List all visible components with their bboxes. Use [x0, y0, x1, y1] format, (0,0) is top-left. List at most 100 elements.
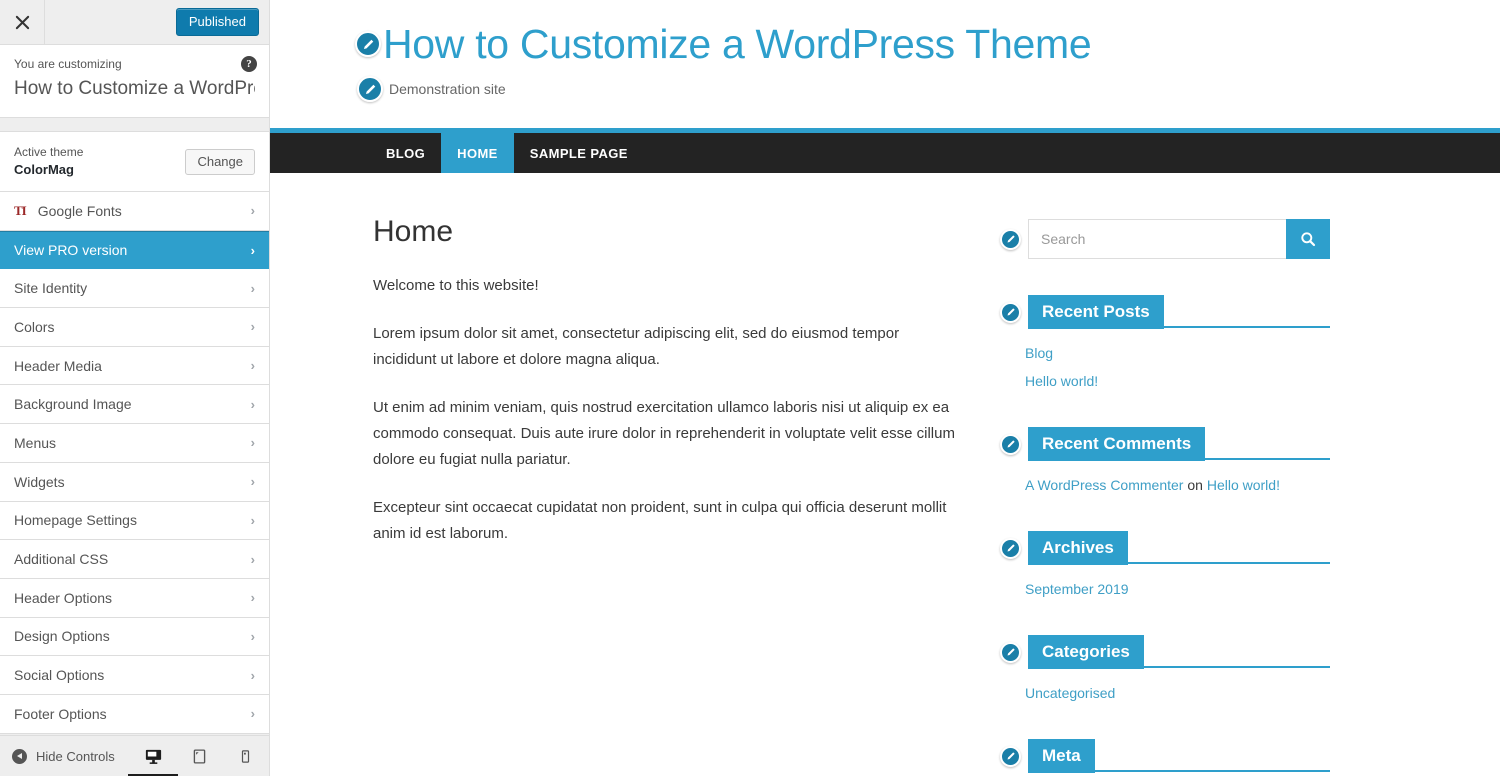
sidebar-widgets: Recent Posts Blog Hello world!	[1000, 213, 1330, 776]
published-button[interactable]: Published	[175, 8, 259, 36]
site-title[interactable]: How to Customize a WordPress Theme	[383, 18, 1092, 70]
sidebar-item-label: Background Image	[14, 396, 132, 413]
tablet-preview-icon[interactable]	[187, 744, 211, 768]
customizer-footer: Hide Controls	[0, 735, 269, 776]
widget-title: Meta	[1028, 739, 1095, 773]
collapse-arrow-icon	[12, 748, 27, 764]
sidebar-item-background-image[interactable]: Background Image ›	[0, 385, 269, 425]
help-icon[interactable]: ?	[241, 56, 257, 72]
text-font-icon: TI	[14, 202, 27, 218]
sidebar-item-label: Header Options	[14, 589, 113, 606]
comment-item: A WordPress Commenter on Hello world!	[1025, 475, 1330, 495]
content-paragraph: Excepteur sint occaecat cupidatat non pr…	[373, 499, 947, 542]
content-paragraph: Welcome to this website!	[373, 277, 539, 294]
chevron-right-icon: ›	[250, 628, 255, 644]
widget-title: Recent Posts	[1028, 295, 1164, 329]
search-row	[1000, 219, 1330, 259]
sidebar-item-site-identity[interactable]: Site Identity ›	[0, 269, 269, 309]
sidebar-item-google-fonts[interactable]: TI Google Fonts ›	[0, 192, 269, 231]
mobile-preview-icon[interactable]	[233, 744, 257, 768]
search-button[interactable]	[1286, 219, 1330, 259]
change-theme-button[interactable]: Change	[185, 148, 255, 175]
chevron-right-icon: ›	[250, 396, 255, 412]
widget-rule	[1127, 562, 1330, 564]
widget-title: Categories	[1028, 635, 1144, 669]
comment-author-link[interactable]: A WordPress Commenter	[1025, 477, 1183, 493]
sidebar-item-label: Social Options	[14, 667, 105, 684]
widget-rule	[1094, 770, 1330, 772]
widget-header: Recent Comments	[1000, 427, 1330, 461]
main-content: Home Welcome to this website! Lorem ipsu…	[270, 213, 1000, 776]
panel-gap	[0, 118, 269, 131]
nav-item-home[interactable]: HOME	[441, 133, 514, 173]
active-theme-label: Active theme	[14, 145, 84, 159]
sidebar-item-menus[interactable]: Menus ›	[0, 424, 269, 463]
sidebar-item-widgets[interactable]: Widgets ›	[0, 462, 269, 502]
chevron-right-icon: ›	[250, 590, 255, 606]
sidebar-item-label: Site Identity	[14, 280, 88, 297]
sidebar-item-design-options[interactable]: Design Options ›	[0, 617, 269, 657]
nav-item-sample-page[interactable]: SAMPLE PAGE	[514, 133, 644, 173]
edit-pencil-icon[interactable]	[1000, 433, 1021, 455]
sidebar-item-homepage-settings[interactable]: Homepage Settings ›	[0, 501, 269, 541]
edit-pencil-icon[interactable]	[1000, 745, 1021, 767]
widget-recent-posts: Recent Posts Blog Hello world!	[1000, 295, 1330, 391]
widget-header: Recent Posts	[1000, 295, 1330, 329]
widget-title-wrap: Recent Posts	[1028, 295, 1330, 329]
search-input[interactable]	[1028, 219, 1286, 259]
widget-archives: Archives September 2019	[1000, 531, 1330, 599]
customizing-title: How to Customize a WordPres…	[14, 78, 255, 99]
sidebar-item-label: Design Options	[14, 628, 110, 645]
sidebar-item-header-options[interactable]: Header Options ›	[0, 578, 269, 618]
recent-post-link[interactable]: Blog	[1025, 343, 1330, 363]
customizer-topbar: Published	[0, 0, 269, 45]
edit-pencil-icon[interactable]	[357, 76, 383, 102]
chevron-right-icon: ›	[250, 435, 255, 451]
widget-body: Uncategorised	[1000, 669, 1330, 703]
sidebar-item-view-pro-version[interactable]: View PRO version ›	[0, 230, 269, 270]
primary-navigation: BLOG HOME SAMPLE PAGE	[270, 128, 1500, 173]
widget-title-wrap: Archives	[1028, 531, 1330, 565]
widget-title-wrap: Categories	[1028, 635, 1330, 669]
widget-title: Archives	[1028, 531, 1128, 565]
customizer-screen: Published You are customizing How to Cus…	[0, 0, 1500, 776]
chevron-right-icon: ›	[250, 512, 255, 528]
widget-rule	[1163, 326, 1330, 328]
widget-header: Archives	[1000, 531, 1330, 565]
chevron-right-icon: ›	[250, 280, 255, 296]
widget-meta: Meta	[1000, 739, 1330, 773]
sidebar-item-label: Additional CSS	[14, 551, 109, 568]
site-description-row: Demonstration site	[357, 76, 1500, 102]
edit-pencil-icon[interactable]	[1000, 537, 1021, 559]
edit-pencil-icon[interactable]	[355, 31, 381, 57]
sidebar-item-social-options[interactable]: Social Options ›	[0, 656, 269, 695]
widget-title-wrap: Recent Comments	[1028, 427, 1330, 461]
edit-pencil-icon[interactable]	[1000, 301, 1021, 323]
widget-title: Recent Comments	[1028, 427, 1206, 461]
sidebar-item-label: Google Fonts	[37, 202, 122, 219]
archive-link[interactable]: September 2019	[1025, 579, 1330, 599]
recent-post-link[interactable]: Hello world!	[1025, 371, 1330, 391]
category-link[interactable]: Uncategorised	[1025, 683, 1330, 703]
customizing-info: You are customizing How to Customize a W…	[0, 45, 269, 118]
widget-title-wrap: Meta	[1028, 739, 1330, 773]
edit-pencil-icon[interactable]	[1000, 228, 1021, 250]
active-theme-name: ColorMag	[14, 162, 74, 177]
widget-categories: Categories Uncategorised	[1000, 635, 1330, 703]
widget-rule	[1143, 666, 1330, 668]
nav-item-blog[interactable]: BLOG	[370, 133, 441, 173]
close-icon[interactable]	[0, 0, 45, 44]
sidebar-item-header-media[interactable]: Header Media ›	[0, 346, 269, 386]
edit-pencil-icon[interactable]	[1000, 641, 1021, 663]
comment-post-link[interactable]: Hello world!	[1207, 477, 1280, 493]
chevron-right-icon: ›	[250, 319, 255, 335]
widget-header: Categories	[1000, 635, 1330, 669]
sidebar-item-additional-css[interactable]: Additional CSS ›	[0, 540, 269, 579]
sidebar-item-footer-options[interactable]: Footer Options ›	[0, 694, 269, 734]
sidebar-item-label: Menus	[14, 434, 57, 451]
sidebar-item-colors[interactable]: Colors ›	[0, 308, 269, 347]
widget-rule	[1205, 458, 1330, 460]
navigation-wrapper: BLOG HOME SAMPLE PAGE	[270, 128, 1500, 173]
desktop-preview-icon[interactable]	[128, 744, 178, 776]
hide-controls-button[interactable]: Hide Controls	[12, 748, 115, 764]
